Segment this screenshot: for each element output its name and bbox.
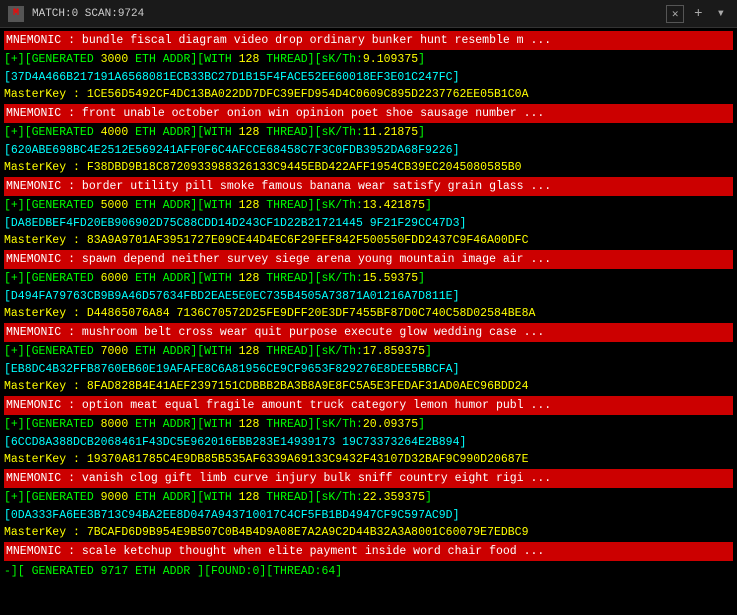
main-content: MNEMONIC : bundle fiscal diagram video d… bbox=[0, 28, 737, 615]
content-row-24: MNEMONIC : vanish clog gift limb curve i… bbox=[4, 469, 733, 488]
content-row-3: MasterKey : 1CE56D5492CF4DC13BA022DD7DFC… bbox=[4, 86, 733, 103]
content-row-6: [620ABE698BC4E2512E569241AFF0F6C4AFCCE68… bbox=[4, 142, 733, 159]
content-row-9: [+][GENERATED 5000 ETH ADDR][WITH 128 TH… bbox=[4, 197, 733, 214]
content-row-17: [+][GENERATED 7000 ETH ADDR][WITH 128 TH… bbox=[4, 343, 733, 360]
content-row-7: MasterKey : F38DBD9B18C8720933988326133C… bbox=[4, 159, 733, 176]
content-row-22: [6CCD8A388DCB2068461F43DC5E962016EBB283E… bbox=[4, 434, 733, 451]
title-bar-title: MATCH:0 SCAN:9724 bbox=[32, 8, 144, 20]
content-row-27: MasterKey : 7BCAFD6D9B954E9B507C0B4B4D9A… bbox=[4, 524, 733, 541]
content-row-0: MNEMONIC : bundle fiscal diagram video d… bbox=[4, 31, 733, 50]
content-row-20: MNEMONIC : option meat equal fragile amo… bbox=[4, 396, 733, 415]
content-row-14: [D494FA79763CB9B9A46D57634FBD2EAE5E0EC73… bbox=[4, 288, 733, 305]
content-row-2: [37D4A466B217191A6568081ECB33BC27D1B15F4… bbox=[4, 69, 733, 86]
dropdown-icon[interactable]: ▾ bbox=[713, 5, 729, 22]
content-row-12: MNEMONIC : spawn depend neither survey s… bbox=[4, 250, 733, 269]
content-row-15: MasterKey : D44865076A84 7136C70572D25FE… bbox=[4, 305, 733, 322]
new-tab-icon[interactable]: + bbox=[690, 6, 706, 22]
content-row-26: [0DA333FA6EE3B713C94BA2EE8D047A943710017… bbox=[4, 507, 733, 524]
content-row-10: [DA8EDBEF4FD20EB906902D75C88CDD14D243CF1… bbox=[4, 215, 733, 232]
content-row-5: [+][GENERATED 4000 ETH ADDR][WITH 128 TH… bbox=[4, 124, 733, 141]
content-row-11: MasterKey : 83A9A9701AF3951727E09CE44D4E… bbox=[4, 232, 733, 249]
content-row-28: MNEMONIC : scale ketchup thought when el… bbox=[4, 542, 733, 561]
content-row-29: -][ GENERATED 9717 ETH ADDR ][FOUND:0][T… bbox=[4, 563, 733, 580]
content-row-13: [+][GENERATED 6000 ETH ADDR][WITH 128 TH… bbox=[4, 270, 733, 287]
content-row-18: [EB8DC4B32FFB8760EB60E19AFAFE8C6A81956CE… bbox=[4, 361, 733, 378]
close-icon[interactable]: ✕ bbox=[666, 5, 684, 23]
content-row-16: MNEMONIC : mushroom belt cross wear quit… bbox=[4, 323, 733, 342]
content-row-25: [+][GENERATED 9000 ETH ADDR][WITH 128 TH… bbox=[4, 489, 733, 506]
content-row-1: [+][GENERATED 3000 ETH ADDR][WITH 128 TH… bbox=[4, 51, 733, 68]
content-row-19: MasterKey : 8FAD828B4E41AEF2397151CDBBB2… bbox=[4, 378, 733, 395]
app-icon: M bbox=[8, 6, 24, 22]
content-row-23: MasterKey : 19370A81785C4E9DB85B535AF633… bbox=[4, 451, 733, 468]
title-bar: M MATCH:0 SCAN:9724 ✕ + ▾ bbox=[0, 0, 737, 28]
content-row-21: [+][GENERATED 8000 ETH ADDR][WITH 128 TH… bbox=[4, 416, 733, 433]
content-row-4: MNEMONIC : front unable october onion wi… bbox=[4, 104, 733, 123]
content-row-8: MNEMONIC : border utility pill smoke fam… bbox=[4, 177, 733, 196]
